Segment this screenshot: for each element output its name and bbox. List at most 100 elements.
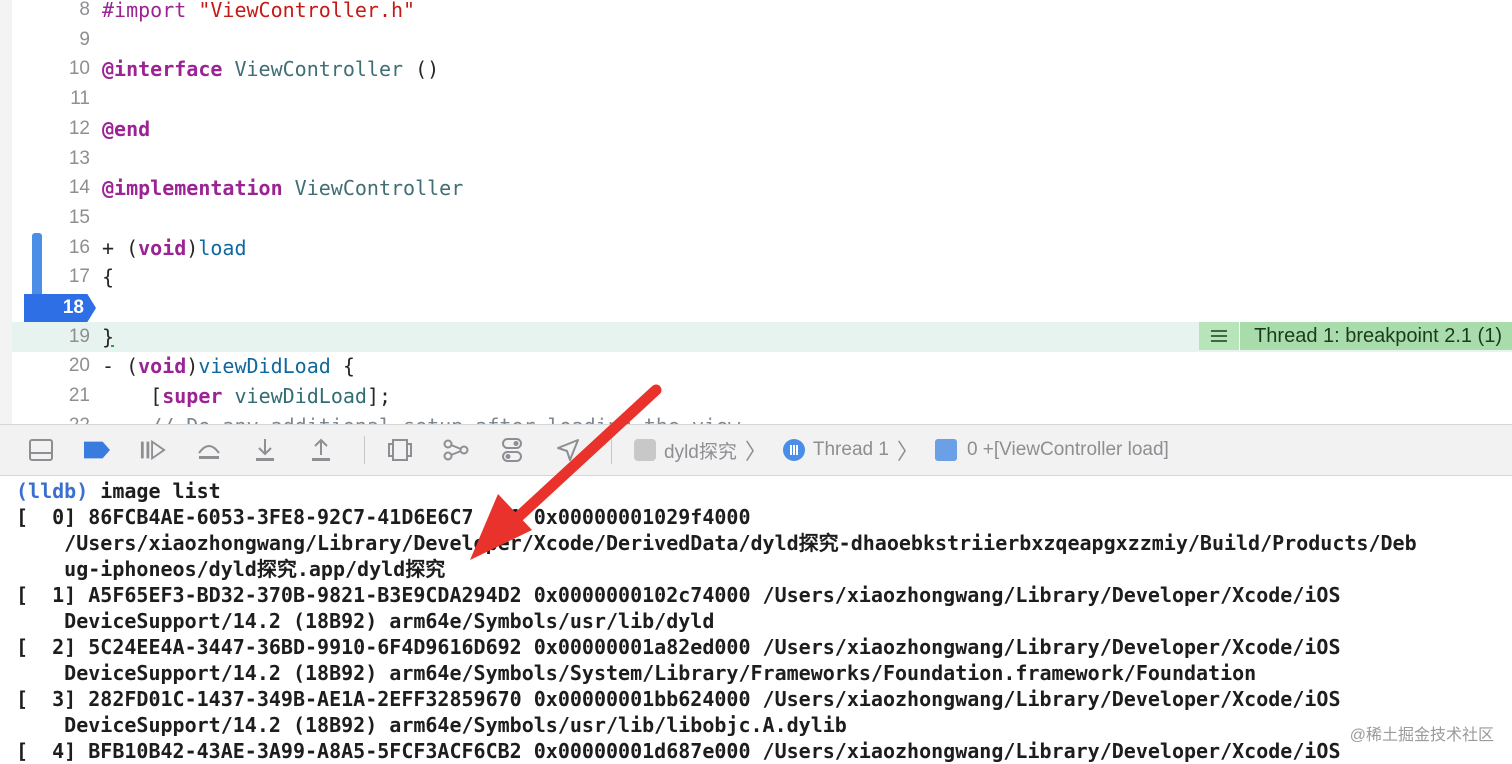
environment-overrides-icon[interactable] xyxy=(499,437,525,463)
code-text: } xyxy=(102,322,114,352)
console-output-line: [ 0] 86FCB4AE-6053-3FE8-92C7-41D6E6C7 C1… xyxy=(16,505,751,529)
line-number[interactable]: 15 xyxy=(12,203,90,233)
code-line[interactable]: 13 xyxy=(12,144,1512,174)
code-token: () xyxy=(403,57,440,82)
code-token: load xyxy=(198,235,247,260)
code-line[interactable]: 17 { xyxy=(12,262,1512,292)
lldb-console[interactable]: (lldb) image list [ 0] 86FCB4AE-6053-3FE… xyxy=(0,476,1512,764)
line-number[interactable]: 8 xyxy=(12,0,90,25)
line-number[interactable]: 10 xyxy=(12,54,90,84)
code-line[interactable]: 16 + (void)load xyxy=(12,233,1512,263)
debug-toolbar: dyld探究 〉 Thread 1 〉 0 +[ViewController l… xyxy=(0,424,1512,476)
step-into-icon[interactable] xyxy=(252,437,278,463)
stack-frame-icon xyxy=(934,439,957,461)
lldb-prompt: (lldb) xyxy=(16,479,89,503)
code-line[interactable]: 10 @interface ViewController () xyxy=(12,54,1512,84)
toolbar-separator xyxy=(611,436,612,464)
console-output-line: ug-iphoneos/dyld探究.app/dyld探究 xyxy=(16,557,446,581)
console-command-line: (lldb) image list xyxy=(16,478,221,504)
code-line[interactable]: 15 xyxy=(12,203,1512,233)
code-line[interactable]: 8 #import "ViewController.h" xyxy=(12,0,1512,25)
line-number[interactable]: 20 xyxy=(12,351,90,381)
code-token: "ViewController.h" xyxy=(198,0,416,22)
code-token: #import xyxy=(102,0,199,22)
code-text: @end xyxy=(102,114,150,144)
hide-console-icon[interactable] xyxy=(28,437,54,463)
breadcrumb-thread[interactable]: Thread 1 〉 xyxy=(782,434,927,466)
breadcrumb-thread-label: Thread 1 xyxy=(812,439,889,460)
code-text: // Do any additional setup after loading… xyxy=(102,411,752,424)
line-number[interactable]: 9 xyxy=(12,25,90,55)
code-line[interactable]: 11 xyxy=(12,84,1512,114)
code-token: ) xyxy=(186,354,199,379)
console-output-line: [ 1] A5F65EF3-BD32-370B-9821-B3E9CDA294D… xyxy=(16,583,1341,607)
code-token: ]; xyxy=(366,384,392,409)
line-number[interactable]: 17 xyxy=(12,262,90,292)
code-line[interactable]: 12 @end xyxy=(12,114,1512,144)
console-output-line: DeviceSupport/14.2 (18B92) arm64e/Symbol… xyxy=(16,713,847,737)
line-number[interactable]: 19 xyxy=(12,322,90,352)
code-token: ViewController xyxy=(234,57,404,82)
code-token: - ( xyxy=(102,354,139,379)
code-text: - (void)viewDidLoad { xyxy=(102,351,355,381)
chevron-right-icon: 〉 xyxy=(744,439,767,464)
list-icon[interactable] xyxy=(1199,322,1241,350)
line-number[interactable]: 14 xyxy=(12,173,90,203)
code-line[interactable]: 18 xyxy=(12,292,1512,322)
code-token: @implementation xyxy=(102,176,283,201)
code-text: + (void)load xyxy=(102,233,247,263)
breadcrumb-frame-label: 0 +[ViewController load] xyxy=(966,439,1169,460)
breakpoint-marker[interactable]: 18 xyxy=(24,294,96,322)
breadcrumb-frame[interactable]: 0 +[ViewController load] xyxy=(934,439,1169,461)
code-line[interactable]: 14 @implementation ViewController xyxy=(12,173,1512,203)
thread-banner-text: Thread 1: breakpoint 2.1 (1) xyxy=(1254,324,1502,347)
code-token: } xyxy=(102,324,115,349)
code-text: [super viewDidLoad]; xyxy=(102,381,391,411)
code-text: #import "ViewController.h" xyxy=(102,0,415,25)
code-token: { xyxy=(102,265,115,290)
line-number[interactable]: 21 xyxy=(12,381,90,411)
code-token: + ( xyxy=(102,235,139,260)
code-text: @implementation ViewController xyxy=(102,173,463,203)
line-number[interactable]: 22 xyxy=(12,411,90,424)
memory-graph-icon[interactable] xyxy=(443,437,469,463)
console-output-line: [ 4] BFB10B42-43AE-3A99-A8A5-5FCF3ACF6CB… xyxy=(16,739,1341,763)
code-line[interactable]: 22 // Do any additional setup after load… xyxy=(12,411,1512,424)
console-command: image list xyxy=(100,479,221,503)
app-icon xyxy=(634,439,656,461)
line-number[interactable]: 16 xyxy=(12,233,90,263)
chevron-right-icon: 〉 xyxy=(896,439,919,464)
line-number[interactable]: 12 xyxy=(12,114,90,144)
breadcrumb-app[interactable]: dyld探究 〉 xyxy=(634,434,775,466)
step-over-icon[interactable] xyxy=(196,437,222,463)
code-token: viewDidLoad xyxy=(198,354,331,379)
code-line[interactable]: 9 xyxy=(12,25,1512,55)
code-token: ViewController xyxy=(294,176,464,201)
code-token: { xyxy=(330,354,355,379)
line-number[interactable]: 13 xyxy=(12,144,90,174)
code-line[interactable]: 21 [super viewDidLoad]; xyxy=(12,381,1512,411)
toolbar-separator xyxy=(364,436,365,464)
code-text: { xyxy=(102,262,114,292)
breadcrumb-app-label: dyld探究 xyxy=(664,441,737,463)
code-token: @end xyxy=(102,116,151,141)
code-token: // Do any additional setup after loading… xyxy=(102,414,752,424)
code-token: void xyxy=(138,354,187,379)
view-hierarchy-icon[interactable] xyxy=(387,437,413,463)
thread-icon xyxy=(782,439,805,461)
breakpoints-toggle-icon[interactable] xyxy=(84,437,110,463)
code-editor[interactable]: 8 #import "ViewController.h" 9 10 @interface… xyxy=(0,0,1512,424)
code-token: [ xyxy=(102,384,163,409)
thread-breakpoint-banner[interactable]: Thread 1: breakpoint 2.1 (1) xyxy=(1199,322,1512,350)
continue-icon[interactable] xyxy=(140,437,166,463)
code-line[interactable]: 20 - (void)viewDidLoad { xyxy=(12,351,1512,381)
line-number[interactable]: 11 xyxy=(12,84,90,114)
breakpoint-line-number: 18 xyxy=(62,297,84,318)
code-text: @interface ViewController () xyxy=(102,54,439,84)
simulate-location-icon[interactable] xyxy=(555,437,581,463)
step-out-icon[interactable] xyxy=(308,437,334,463)
code-token: @interface xyxy=(102,57,223,82)
